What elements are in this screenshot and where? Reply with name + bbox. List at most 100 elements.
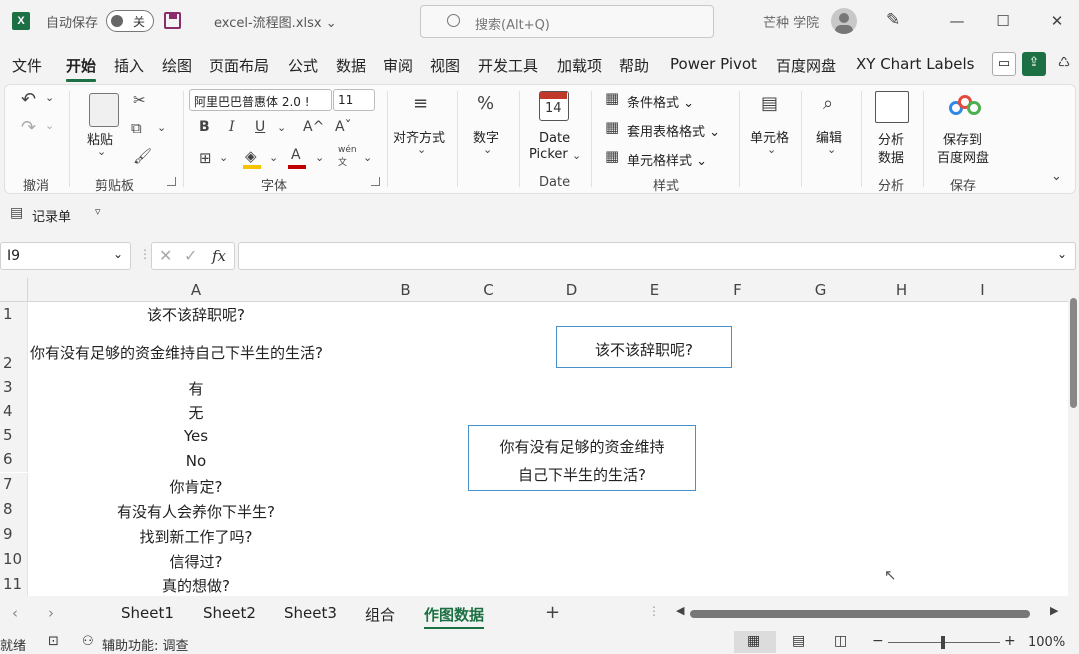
page-layout-view-icon[interactable]: ▤ <box>792 633 805 649</box>
close-icon[interactable]: ✕ <box>1042 8 1072 34</box>
save-icon[interactable] <box>164 12 181 29</box>
column-header-a[interactable]: A <box>28 278 364 302</box>
zoom-in-button[interactable]: + <box>1004 633 1016 649</box>
calendar-icon[interactable]: 14 <box>539 91 569 121</box>
tab-page-layout[interactable]: 页面布局 <box>209 55 269 76</box>
expand-formula-icon[interactable]: ⌄ <box>1057 247 1067 261</box>
analyze-data-icon[interactable] <box>875 91 909 123</box>
font-launcher-icon[interactable] <box>371 177 380 186</box>
tab-baidu-pan[interactable]: 百度网盘 <box>776 55 836 76</box>
collapse-ribbon-icon[interactable]: ⌄ <box>1051 169 1062 184</box>
date-picker-label-1[interactable]: Date <box>539 131 570 146</box>
tab-formulas[interactable]: 公式 <box>288 55 318 76</box>
tab-review[interactable]: 审阅 <box>383 55 413 76</box>
cell-a6[interactable]: No <box>28 452 364 470</box>
undo-dropdown-icon[interactable]: ⌄ <box>45 91 54 104</box>
tab-file[interactable]: 文件 <box>12 55 42 76</box>
next-sheet-icon[interactable]: › <box>48 604 54 622</box>
select-all-corner[interactable] <box>0 278 28 302</box>
cell-a2[interactable]: 你有没有足够的资金维持自己下半生的生活? <box>30 342 360 363</box>
grow-font-button[interactable]: A^ <box>303 119 324 135</box>
paste-icon[interactable] <box>89 93 119 127</box>
enter-icon[interactable]: ✓ <box>184 246 197 265</box>
sheet-tab-active[interactable]: 作图数据 <box>424 604 485 629</box>
cell-a11[interactable]: 真的想做? <box>28 575 364 596</box>
row-header[interactable]: 8 <box>0 498 28 523</box>
horizontal-scroll-thumb[interactable] <box>690 610 1030 618</box>
accessibility-status[interactable]: 辅助功能: 调查 <box>102 635 189 654</box>
prev-sheet-icon[interactable]: ‹ <box>12 604 18 622</box>
scroll-right-icon[interactable]: ▶ <box>1050 604 1058 617</box>
avatar[interactable] <box>831 8 857 34</box>
cell-a5[interactable]: Yes <box>28 427 364 445</box>
save-to-baidu-label-2[interactable]: 百度网盘 <box>937 147 989 166</box>
cell-a7[interactable]: 你肯定? <box>28 476 364 497</box>
clipboard-launcher-icon[interactable] <box>167 177 176 186</box>
paste-dropdown-icon[interactable]: ⌄ <box>97 145 106 158</box>
formula-bar-more-icon[interactable]: ⋮ <box>139 247 151 261</box>
page-break-view-icon[interactable]: ◫ <box>834 633 847 649</box>
number-format-icon[interactable]: % <box>477 93 494 114</box>
row-header[interactable]: 9 <box>0 523 28 548</box>
add-sheet-button[interactable]: + <box>545 602 560 623</box>
cell-styles-button[interactable]: 单元格样式 ⌄ <box>627 150 707 169</box>
horizontal-scrollbar[interactable]: ◀ ▶ <box>676 604 1066 620</box>
cells-icon[interactable]: ▤ <box>761 93 778 114</box>
row-header[interactable]: 10 <box>0 548 28 573</box>
tab-developer[interactable]: 开发工具 <box>478 55 538 76</box>
font-color-icon[interactable]: A <box>291 147 301 163</box>
bold-button[interactable]: B <box>199 119 210 135</box>
tab-power-pivot[interactable]: Power Pivot <box>670 55 757 73</box>
search-box[interactable]: 搜索(Alt+Q) <box>420 5 714 38</box>
insert-function-button[interactable]: fx <box>212 247 226 265</box>
copilot-icon[interactable]: ♺ <box>1052 52 1076 76</box>
borders-dropdown-icon[interactable]: ⌄ <box>219 151 228 164</box>
flowchart-shape-quit-question[interactable]: 该不该辞职呢? <box>556 326 732 368</box>
accessibility-icon[interactable]: ⚇ <box>82 634 94 649</box>
minimize-icon[interactable]: — <box>942 8 972 34</box>
cell-a3[interactable]: 有 <box>28 378 364 399</box>
font-name-select[interactable]: 阿里巴巴普惠体 2.0 ! <box>189 89 332 111</box>
zoom-slider-handle[interactable] <box>941 636 945 649</box>
maximize-icon[interactable]: ☐ <box>988 8 1018 34</box>
sheet-tab[interactable]: Sheet1 <box>121 604 174 622</box>
normal-view-button[interactable]: ▦ <box>734 631 776 653</box>
row-header[interactable]: 11 <box>0 573 28 596</box>
row-header[interactable]: 1 <box>0 302 28 326</box>
name-box[interactable]: I9 ⌄ <box>0 242 131 270</box>
cell-a8[interactable]: 有没有人会养你下半生? <box>28 501 364 522</box>
analyze-data-label-2[interactable]: 数据 <box>878 147 904 166</box>
tab-draw[interactable]: 绘图 <box>162 55 192 76</box>
row-header[interactable]: 3 <box>0 376 28 400</box>
baidu-cloud-icon[interactable] <box>949 93 981 119</box>
file-name[interactable]: excel-流程图.xlsx ⌄ <box>214 12 337 31</box>
cell-a1[interactable]: 该不该辞职呢? <box>28 304 364 325</box>
column-header-g[interactable]: G <box>779 278 862 302</box>
cell-a4[interactable]: 无 <box>28 402 364 423</box>
vertical-scroll-thumb[interactable] <box>1070 298 1077 408</box>
sheet-tab[interactable]: Sheet2 <box>203 604 256 622</box>
editing-dropdown-icon[interactable]: ⌄ <box>827 143 836 156</box>
cell-a9[interactable]: 找到新工作了吗? <box>28 526 364 547</box>
share-icon[interactable]: ⇪ <box>1022 52 1046 76</box>
italic-button[interactable]: I <box>229 119 235 135</box>
date-picker-label-2[interactable]: Picker <box>529 147 568 162</box>
column-header-d[interactable]: D <box>530 278 613 302</box>
fill-color-dropdown-icon[interactable]: ⌄ <box>269 151 278 164</box>
tab-xy-chart-labels[interactable]: XY Chart Labels <box>856 55 974 73</box>
copy-icon[interactable]: ⧉ <box>131 119 142 137</box>
alignment-dropdown-icon[interactable]: ⌄ <box>417 143 426 156</box>
cancel-icon[interactable]: ✕ <box>159 246 172 265</box>
customize-qat-icon[interactable]: ▿ <box>95 205 101 218</box>
find-icon[interactable]: ⌕ <box>823 93 833 114</box>
form-button[interactable]: 记录单 <box>32 206 71 225</box>
save-to-baidu-label-1[interactable]: 保存到 <box>943 129 982 148</box>
row-header[interactable]: 6 <box>0 448 28 472</box>
row-header[interactable]: 2 <box>0 326 28 378</box>
alignment-icon[interactable]: ≡ <box>413 93 428 114</box>
tab-data[interactable]: 数据 <box>336 55 366 76</box>
date-picker-dropdown-icon[interactable]: ⌄ <box>572 149 581 162</box>
column-header-i[interactable]: I <box>941 278 1024 302</box>
cut-icon[interactable]: ✂ <box>133 91 146 109</box>
borders-icon[interactable]: ⊞ <box>199 149 212 167</box>
